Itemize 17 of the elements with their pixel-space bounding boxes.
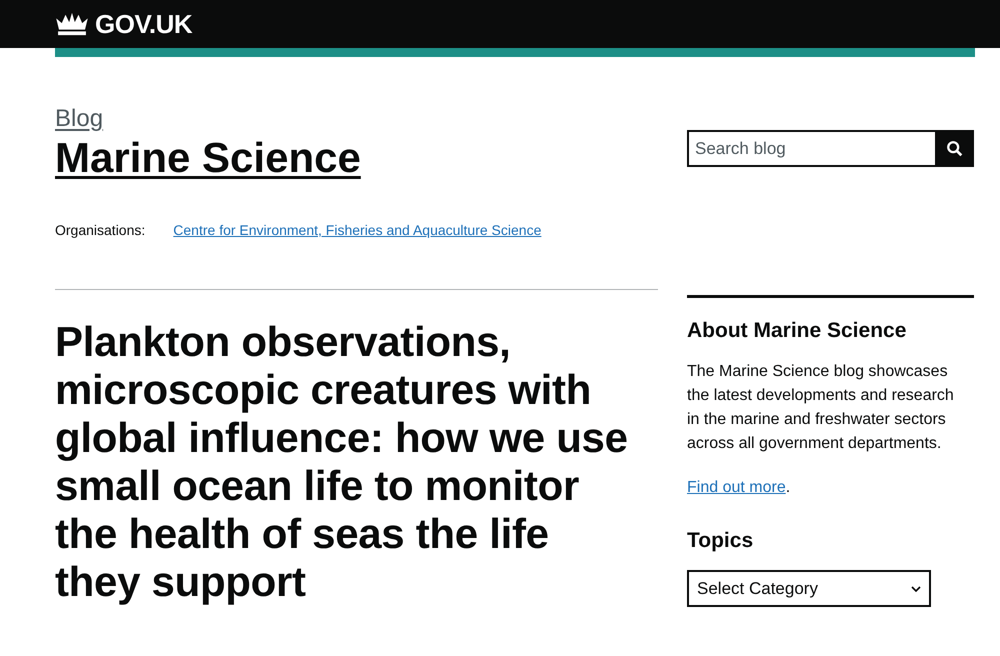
article-title: Plankton observations, microscopic creatures with global influence: how we use small ocean life to monitor the health of seas the life they support — [55, 318, 629, 606]
about-heading: About Marine Science — [687, 318, 908, 344]
organisations-label: Organisations: — [55, 221, 146, 239]
govuk-logo[interactable]: GOV.UK — [55, 8, 192, 40]
crown-icon — [55, 11, 89, 37]
organisation-link[interactable]: Centre for Environment, Fisheries and Aquaculture Science — [173, 221, 542, 239]
search-button[interactable] — [935, 130, 974, 167]
find-out-more-link[interactable]: Find out more — [687, 479, 786, 496]
topics-heading: Topics — [687, 528, 754, 554]
search-field[interactable]: Search blog — [687, 130, 935, 167]
category-select[interactable]: Select Category — [687, 570, 931, 607]
blog-link[interactable]: Blog — [55, 105, 104, 133]
blog-title[interactable]: Marine Science — [55, 133, 361, 183]
punctuation: . — [786, 479, 790, 496]
caret-icon — [911, 586, 921, 592]
search-icon — [946, 140, 964, 158]
about-text: The Marine Science blog showcases the latest developments and research in the marine and freshwater sectors across all government departments. — [687, 362, 955, 454]
